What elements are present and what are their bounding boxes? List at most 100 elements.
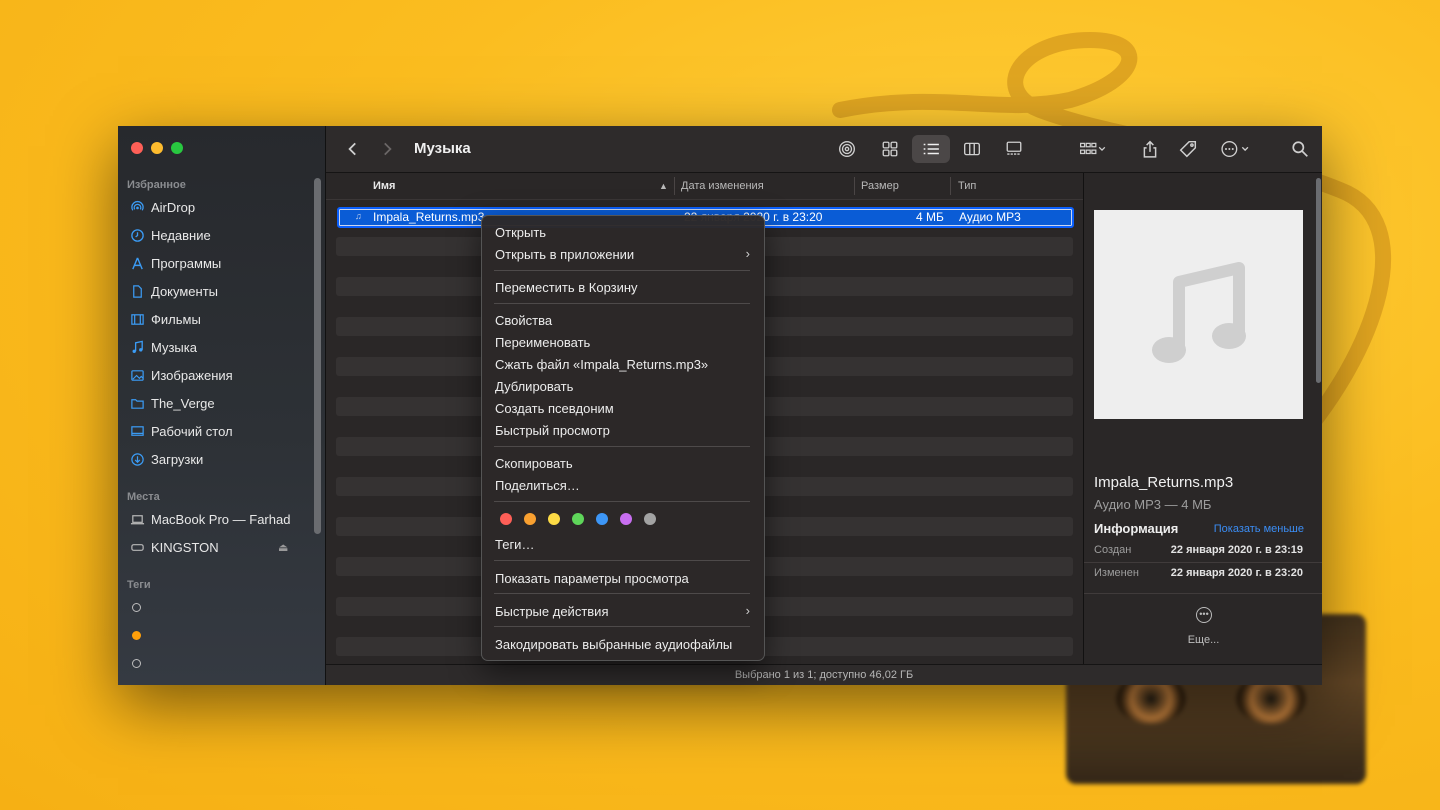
airdrop-icon [839, 141, 855, 157]
menu-item-open-with[interactable]: Открыть в приложении [495, 247, 634, 262]
sidebar-item-airdrop[interactable]: AirDrop [130, 196, 195, 218]
sidebar-item-kingston[interactable]: KINGSTON [130, 536, 219, 558]
menu-item-get-info[interactable]: Свойства [495, 313, 552, 328]
menu-item-quick-look[interactable]: Быстрый просмотр [495, 423, 610, 438]
tag-color-orange[interactable] [524, 513, 536, 525]
minimize-button[interactable] [151, 142, 163, 154]
divider [1084, 562, 1322, 563]
sidebar-item-desktop[interactable]: Рабочий стол [130, 420, 233, 442]
sidebar-item-movies[interactable]: Фильмы [130, 308, 201, 330]
share-icon [1143, 140, 1157, 158]
column-header-name[interactable]: Имя [373, 180, 395, 192]
document-icon [130, 284, 145, 299]
applications-icon [130, 256, 145, 271]
tag-button[interactable] [1174, 135, 1202, 163]
menu-item-move-to-trash[interactable]: Переместить в Корзину [495, 280, 638, 295]
audio-file-icon: ♫ [355, 211, 362, 221]
tag-dot-gray[interactable] [132, 659, 141, 668]
sidebar-item-documents[interactable]: Документы [130, 280, 218, 302]
menu-separator [494, 446, 750, 447]
search-icon [1292, 141, 1308, 157]
tag-dot-gray[interactable] [132, 603, 141, 612]
sidebar-item-recents[interactable]: Недавние [130, 224, 211, 246]
gallery-view-button[interactable] [998, 135, 1030, 163]
sidebar-item-label: Документы [151, 283, 219, 299]
menu-separator [494, 303, 750, 304]
tag-color-gray[interactable] [644, 513, 656, 525]
tag-color-purple[interactable] [620, 513, 632, 525]
show-less-link[interactable]: Показать меньше [1214, 523, 1304, 535]
sidebar-item-pictures[interactable]: Изображения [130, 364, 233, 386]
places-section-title: Места [127, 491, 160, 503]
forward-button[interactable] [376, 135, 398, 163]
column-divider [854, 177, 855, 195]
sidebar-item-label: AirDrop [151, 199, 196, 215]
photo-icon [130, 368, 145, 383]
menu-item-quick-actions[interactable]: Быстрые действия [495, 604, 608, 619]
tag-color-yellow[interactable] [548, 513, 560, 525]
column-header-size[interactable]: Размер [861, 180, 899, 192]
menu-item-share[interactable]: Поделиться… [495, 478, 580, 493]
column-divider [674, 177, 675, 195]
menu-item-rename[interactable]: Переименовать [495, 335, 590, 350]
sidebar-item-applications[interactable]: Программы [130, 252, 221, 274]
eject-icon[interactable]: ⏏ [278, 541, 288, 554]
list-view-button[interactable] [912, 135, 950, 163]
tag-color-blue[interactable] [596, 513, 608, 525]
share-button[interactable] [1136, 135, 1164, 163]
menu-item-make-alias[interactable]: Создать псевдоним [495, 401, 614, 416]
file-thumbnail [1094, 210, 1303, 419]
sidebar-item-downloads[interactable]: Загрузки [130, 448, 203, 470]
gallery-view-icon [1006, 141, 1022, 155]
sidebar-scrollbar[interactable] [314, 178, 321, 534]
group-icon [1080, 142, 1106, 155]
tag-icon [1179, 140, 1197, 158]
column-view-button[interactable] [956, 135, 988, 163]
menu-item-copy[interactable]: Скопировать [495, 456, 573, 471]
preview-file-name: Impala_Returns.mp3 [1094, 474, 1234, 491]
column-header-kind[interactable]: Тип [958, 180, 976, 192]
sidebar-item-label: Программы [151, 255, 222, 271]
folder-icon [130, 396, 145, 411]
tag-dot-orange[interactable] [132, 631, 141, 640]
menu-item-open[interactable]: Открыть [495, 225, 546, 240]
airdrop-button[interactable] [831, 135, 863, 163]
sidebar-item-the-verge[interactable]: The_Verge [130, 392, 215, 414]
column-view-icon [964, 142, 980, 156]
desktop-icon [130, 424, 145, 439]
sidebar-item-music[interactable]: Музыка [130, 336, 197, 358]
menu-separator [494, 560, 750, 561]
tag-color-red[interactable] [500, 513, 512, 525]
menu-separator [494, 270, 750, 271]
window-title: Музыка [414, 140, 471, 157]
preview-scrollbar[interactable] [1316, 178, 1321, 383]
back-button[interactable] [342, 135, 364, 163]
icon-view-button[interactable] [874, 135, 906, 163]
toolbar: Музыка [326, 126, 1322, 173]
sidebar-item-label: Рабочий стол [151, 423, 233, 439]
more-actions-button[interactable] [1214, 135, 1256, 163]
chevron-left-icon [348, 142, 356, 156]
zoom-button[interactable] [171, 142, 183, 154]
close-button[interactable] [131, 142, 143, 154]
icon-view-icon [882, 141, 898, 157]
menu-item-show-view-options[interactable]: Показать параметры просмотра [495, 571, 689, 586]
tag-color-green[interactable] [572, 513, 584, 525]
menu-item-encode-audio[interactable]: Закодировать выбранные аудиофайлы [495, 637, 732, 652]
more-icon [1221, 141, 1249, 157]
more-button[interactable]: Еще... [1084, 634, 1322, 646]
search-button[interactable] [1286, 135, 1314, 163]
sidebar-item-label: Музыка [151, 339, 197, 355]
modified-label: Изменен [1094, 567, 1139, 579]
group-button[interactable] [1072, 135, 1114, 163]
sidebar-item-macbook[interactable]: MacBook Pro — Farhad [130, 508, 290, 530]
more-icon[interactable]: ••• [1196, 607, 1212, 623]
menu-item-compress[interactable]: Сжать файл «Impala_Returns.mp3» [495, 357, 708, 372]
sidebar: Избранное AirDrop Недавние Программы Док… [118, 126, 326, 685]
menu-item-tags[interactable]: Теги… [495, 537, 534, 552]
status-text: Выбрано 1 из 1; доступно 46,02 ГБ [734, 669, 914, 681]
menu-item-duplicate[interactable]: Дублировать [495, 379, 573, 394]
drive-icon [130, 540, 145, 555]
favorites-section-title: Избранное [127, 179, 186, 191]
column-header-date[interactable]: Дата изменения [681, 180, 764, 192]
